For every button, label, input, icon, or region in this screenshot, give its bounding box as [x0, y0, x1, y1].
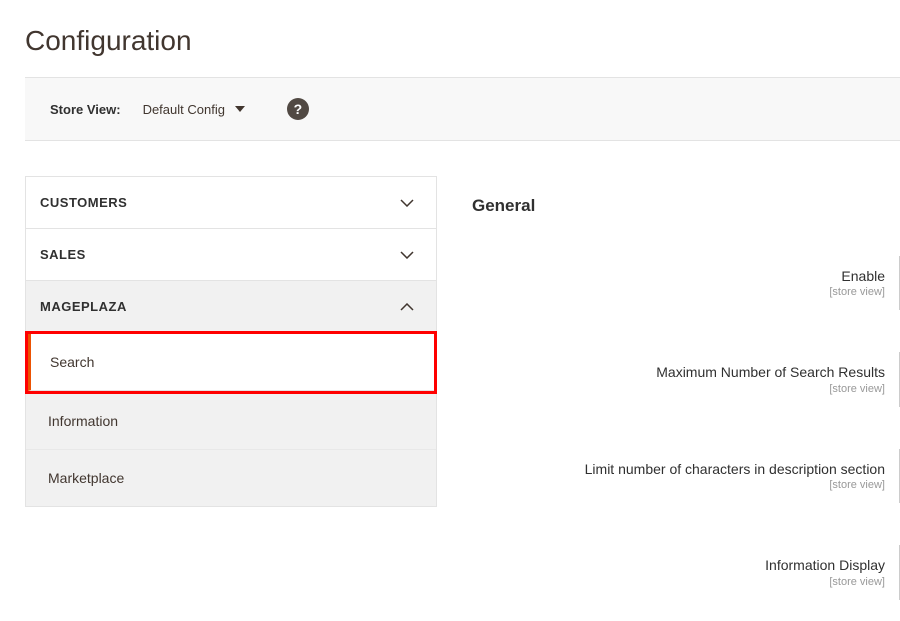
sidebar-item-search[interactable]: Search	[28, 334, 434, 391]
field-row-limit-chars: Limit number of characters in descriptio…	[472, 449, 900, 503]
sidebar-sublist-mageplaza: Search Information Marketplace	[25, 331, 437, 507]
field-scope: [store view]	[472, 285, 885, 299]
field-label: Enable	[472, 267, 885, 285]
field-label: Limit number of characters in descriptio…	[472, 460, 885, 478]
field-scope: [store view]	[472, 382, 885, 396]
config-sidebar: Customers Sales Mageplaza Search Informa…	[25, 176, 437, 600]
field-row-info-display: Information Display [store view]	[472, 545, 900, 599]
sidebar-section-label: Customers	[40, 195, 127, 210]
field-scope: [store view]	[472, 478, 885, 492]
highlight-box: Search	[25, 331, 437, 394]
sidebar-section-sales[interactable]: Sales	[25, 228, 437, 280]
store-view-label: Store View:	[50, 102, 121, 117]
store-view-value: Default Config	[143, 102, 225, 117]
field-scope: [store view]	[472, 575, 885, 589]
sidebar-section-mageplaza[interactable]: Mageplaza	[25, 280, 437, 332]
field-label: Maximum Number of Search Results	[472, 363, 885, 381]
triangle-down-icon	[235, 106, 245, 112]
sidebar-section-customers[interactable]: Customers	[25, 176, 437, 228]
page-title: Configuration	[0, 0, 900, 77]
store-view-bar: Store View: Default Config ?	[25, 77, 900, 141]
sidebar-section-label: Mageplaza	[40, 299, 127, 314]
field-label: Information Display	[472, 556, 885, 574]
main-panel: General Enable [store view] Maximum Numb…	[437, 176, 900, 600]
store-view-selector[interactable]: Default Config	[143, 102, 245, 117]
sidebar-item-marketplace[interactable]: Marketplace	[26, 450, 436, 506]
chevron-down-icon	[400, 199, 414, 207]
sidebar-section-label: Sales	[40, 247, 86, 262]
sidebar-item-information[interactable]: Information	[26, 393, 436, 450]
field-row-max-results: Maximum Number of Search Results [store …	[472, 352, 900, 406]
field-row-enable: Enable [store view]	[472, 256, 900, 310]
section-heading-general[interactable]: General	[472, 176, 900, 256]
help-icon[interactable]: ?	[287, 98, 309, 120]
chevron-down-icon	[400, 251, 414, 259]
chevron-up-icon	[400, 303, 414, 311]
